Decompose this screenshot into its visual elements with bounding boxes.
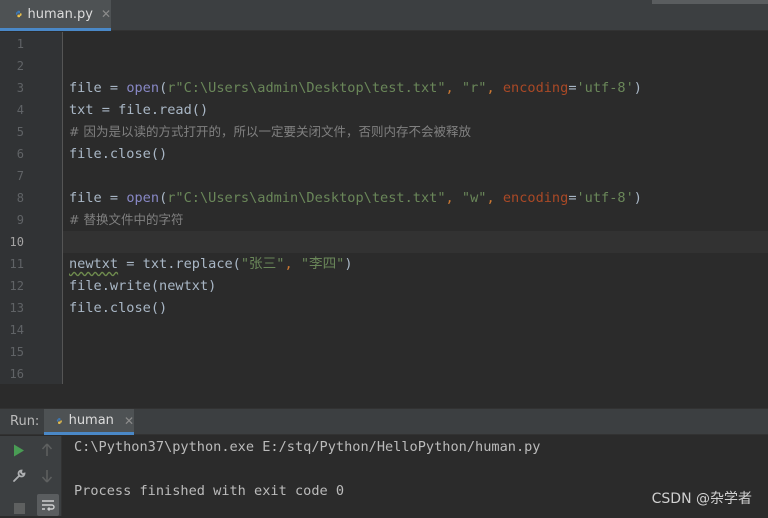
python-file-icon <box>15 10 22 18</box>
soft-wrap-button[interactable] <box>37 494 59 516</box>
scroll-up-button[interactable] <box>37 440 57 460</box>
token-op: = <box>101 190 127 206</box>
token-op: = <box>568 190 577 206</box>
close-icon[interactable]: ✕ <box>124 414 134 428</box>
line-number: 6 <box>16 147 24 161</box>
stop-button[interactable] <box>9 498 29 518</box>
line-number: 3 <box>16 81 24 95</box>
editor-tab-bar: human.py ✕ <box>0 0 768 31</box>
close-icon[interactable]: ✕ <box>101 7 111 21</box>
code-line-4[interactable]: txt = file.read() <box>69 99 768 121</box>
code-line-12[interactable]: file.write(newtxt) <box>69 275 768 297</box>
token-string: "李四" <box>300 256 345 272</box>
python-run-config-icon <box>56 417 62 424</box>
token-string: 'utf-8' <box>576 190 634 206</box>
soft-wrap-icon <box>42 500 55 511</box>
line-number-current: 10 <box>9 235 24 249</box>
line-number: 5 <box>16 125 24 139</box>
token-comma: , <box>445 190 462 206</box>
token-comma: , <box>445 80 462 96</box>
rerun-button[interactable] <box>9 440 29 460</box>
token-var: file <box>69 190 102 206</box>
play-icon <box>14 444 24 456</box>
token-paren: ) <box>633 190 642 206</box>
code-line-11[interactable]: newtxt = txt.replace("张三", "李四") <box>69 253 768 275</box>
wrench-icon <box>13 469 26 482</box>
token-param: encoding <box>502 80 569 96</box>
token-paren: ) <box>344 256 353 272</box>
code-editor[interactable]: 1 2 3 4 5 6 7 8 9 10 11 12 13 14 15 16 f… <box>0 32 768 384</box>
token-builtin: open <box>126 190 160 206</box>
console-line: C:\Python37\python.exe E:/stq/Python/Hel… <box>74 439 541 455</box>
editor-bottom-area <box>0 384 768 409</box>
editor-tab-human-py[interactable]: human.py ✕ <box>0 0 111 31</box>
editor-tab-label: human.py <box>27 6 93 22</box>
run-panel-header: Run: human ✕ <box>0 409 768 435</box>
line-number: 1 <box>16 37 24 51</box>
token-string: "w" <box>461 190 487 206</box>
line-number: 11 <box>9 257 24 271</box>
line-number: 4 <box>16 103 24 117</box>
arrow-down-icon <box>41 470 53 483</box>
token-string: 'utf-8' <box>576 80 634 96</box>
run-tab-label: human <box>68 413 114 428</box>
watermark: CSDN @杂学者 <box>651 491 752 507</box>
token-string: r"C:\Users\admin\Desktop\test.txt" <box>167 190 446 206</box>
token-var: file <box>69 80 102 96</box>
line-number: 2 <box>16 59 24 73</box>
line-number: 8 <box>16 191 24 205</box>
code-line-6[interactable]: file.close() <box>69 143 768 165</box>
line-number-gutter: 1 2 3 4 5 6 7 8 9 10 11 12 13 14 15 16 <box>0 32 63 384</box>
token-var-warning: newtxt <box>69 256 119 272</box>
line-number: 15 <box>9 345 24 359</box>
line-number: 7 <box>16 169 24 183</box>
line-number: 12 <box>9 279 24 293</box>
line-number: 14 <box>9 323 24 337</box>
token-comma: , <box>486 80 503 96</box>
scroll-down-button[interactable] <box>37 466 57 486</box>
token-comma: , <box>486 190 503 206</box>
line-number: 13 <box>9 301 24 315</box>
token-paren: ) <box>633 80 642 96</box>
token-string: "r" <box>461 80 487 96</box>
token-builtin: open <box>126 80 160 96</box>
tab-bar-strip <box>652 0 768 4</box>
token-string: "张三" <box>240 256 285 272</box>
code-line-5-comment[interactable]: # 因为是以读的方式打开的，所以一定要关闭文件，否则内存不会被释放 <box>69 121 768 143</box>
token-comma: , <box>284 256 301 272</box>
code-line-3[interactable]: file = open(r"C:\Users\admin\Desktop\tes… <box>69 77 768 99</box>
run-panel-title: Run: <box>10 414 40 429</box>
token-string: r"C:\Users\admin\Desktop\test.txt" <box>167 80 446 96</box>
code-line-9-comment[interactable]: # 替换文件中的字符 <box>69 209 768 231</box>
code-line-13[interactable]: file.close() <box>69 297 768 319</box>
code-area[interactable]: file = open(r"C:\Users\admin\Desktop\tes… <box>63 32 768 384</box>
run-toolbar <box>0 436 62 516</box>
token-code: = txt.replace( <box>118 256 241 272</box>
token-param: encoding <box>502 190 569 206</box>
code-line-8[interactable]: file = open(r"C:\Users\admin\Desktop\tes… <box>69 187 768 209</box>
run-panel-body: C:\Python37\python.exe E:/stq/Python/Hel… <box>0 436 768 516</box>
current-line-highlight <box>63 231 768 253</box>
token-op: = <box>101 80 127 96</box>
line-number: 16 <box>9 367 24 381</box>
arrow-up-icon <box>41 443 53 456</box>
stop-icon <box>13 502 25 514</box>
line-number: 9 <box>16 213 24 227</box>
settings-wrench-button[interactable] <box>9 466 29 486</box>
token-op: = <box>568 80 577 96</box>
run-tab-human[interactable]: human ✕ <box>44 409 134 435</box>
